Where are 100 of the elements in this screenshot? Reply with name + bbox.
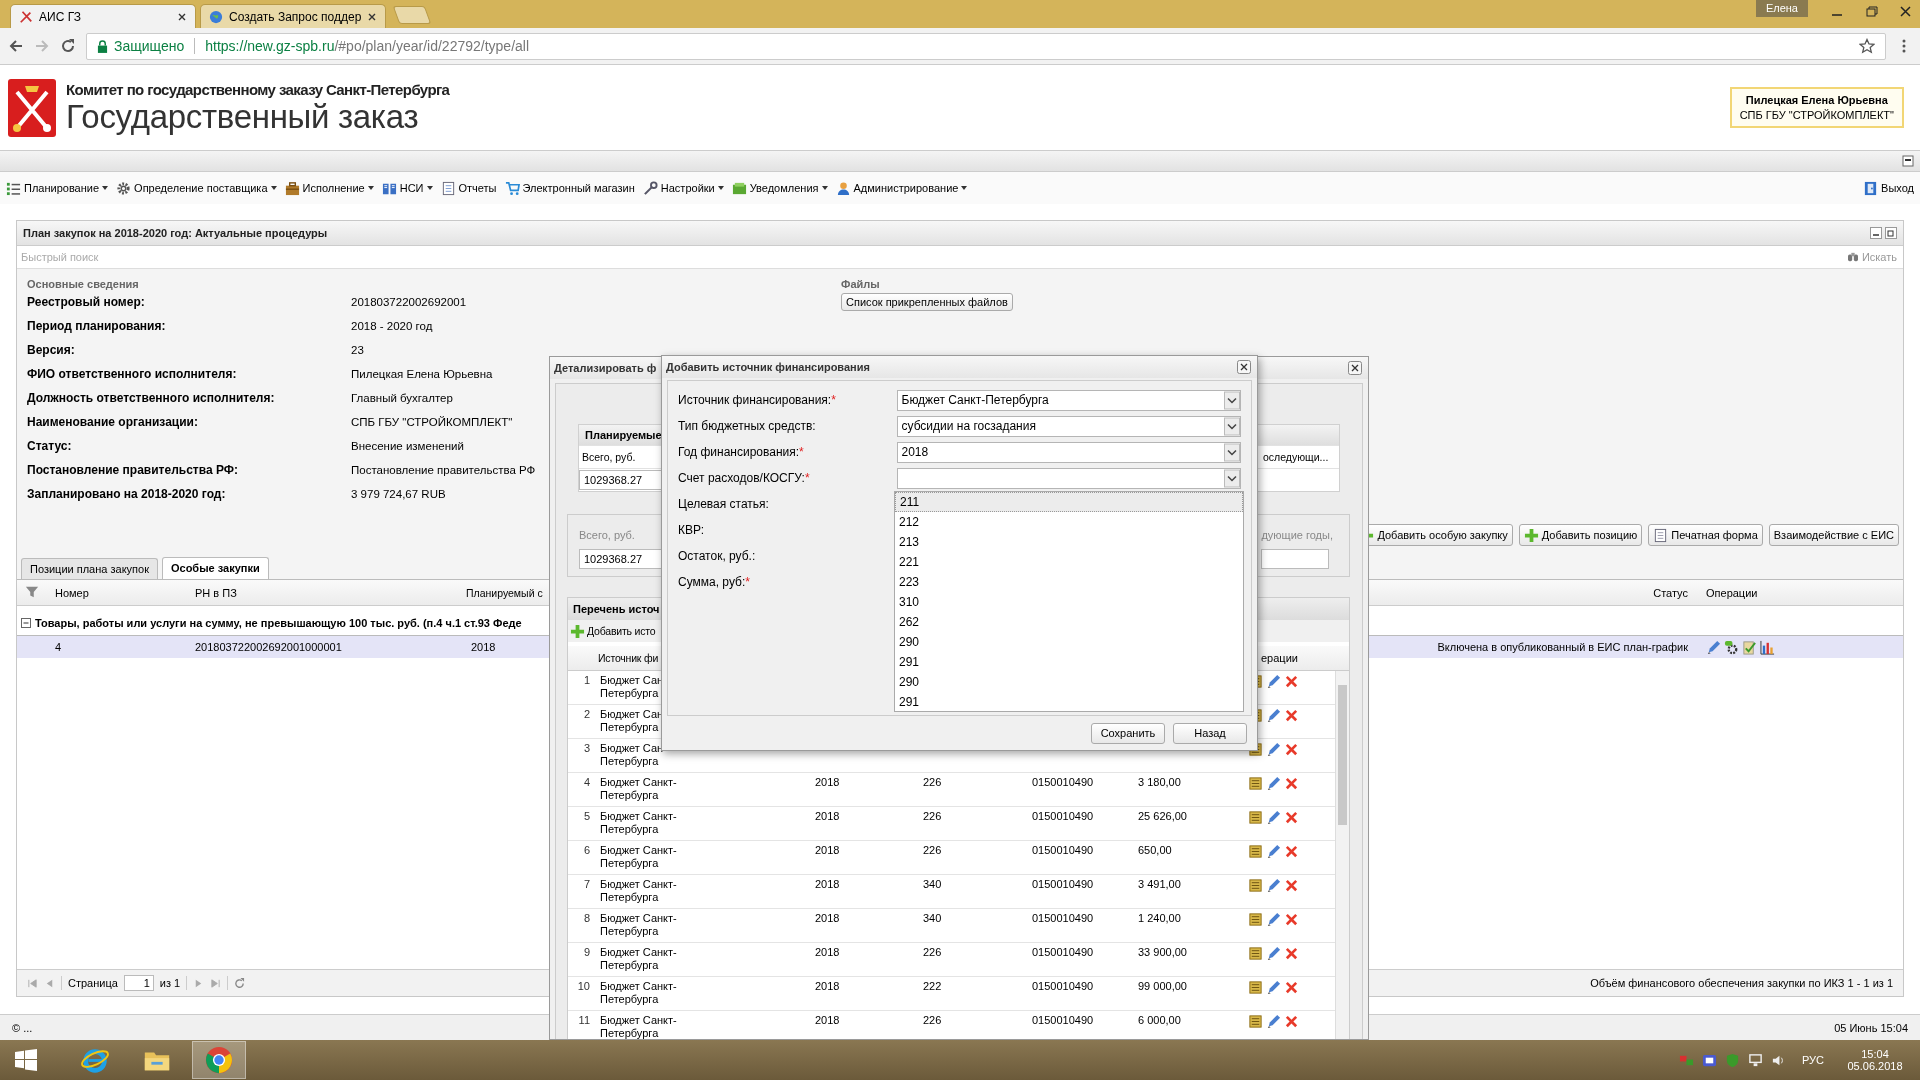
table-cell-text: Бюджет Санкт- Петербурга bbox=[599, 946, 678, 972]
window-title: Детализировать ф bbox=[554, 362, 657, 374]
field-label: Всего, руб. bbox=[579, 529, 636, 541]
field-label: Год финансирования:* bbox=[678, 445, 805, 459]
field-value: 3 979 724,67 RUB bbox=[351, 488, 446, 500]
table-cell-text: 226 bbox=[922, 776, 943, 789]
field-label: Должность ответственного исполнителя: bbox=[27, 391, 276, 405]
row-number: 10 bbox=[576, 980, 591, 993]
table-cell-text: 226 bbox=[922, 844, 943, 857]
site-title: Государственный заказ bbox=[66, 100, 420, 133]
user-organization: СПБ ГБУ "СТРОЙКОМПЛЕКТ" bbox=[1739, 109, 1894, 121]
status-date: 05 Июнь 15:04 bbox=[1834, 1021, 1908, 1034]
field-label: Тип бюджетных средств: bbox=[678, 419, 817, 433]
table-cell-text: 2018 bbox=[470, 641, 497, 653]
field-label: Целевая статья: bbox=[678, 497, 770, 511]
table-cell-text: 0150010490 bbox=[1031, 844, 1095, 857]
field-value: 2018 - 2020 год bbox=[351, 320, 433, 332]
page-label: Страница bbox=[68, 977, 118, 989]
row-number: 1 bbox=[582, 674, 591, 687]
row-number: 3 bbox=[582, 742, 591, 755]
group-title: Товары, работы или услуги на сумму, не превышающую 100 тыс. руб. (п.4 ч.1 ст.93 Феде bbox=[35, 617, 522, 629]
table-cell-text: 226 bbox=[922, 946, 943, 959]
files-title: Файлы bbox=[841, 278, 880, 290]
row-number: 5 bbox=[582, 810, 591, 823]
table-cell-text: 6 000,00 bbox=[1137, 1014, 1182, 1027]
field-label: Постановление правительства РФ: bbox=[27, 463, 239, 477]
table-cell-text: 2018 bbox=[814, 810, 841, 823]
table-cell-text: 2018 bbox=[814, 980, 841, 993]
row-number: 6 bbox=[582, 844, 591, 857]
table-cell-text: Бюджет Санкт- Петербурга bbox=[599, 810, 678, 836]
table-cell-text: Бюджет Санкт- Петербурга bbox=[599, 912, 678, 938]
table-cell-text: 3 180,00 bbox=[1137, 776, 1182, 789]
section-title: Основные сведения bbox=[27, 278, 140, 290]
copyright-text: © ... bbox=[12, 1021, 33, 1034]
field-label: Счет расходов/КОСГУ:* bbox=[678, 471, 811, 485]
table-cell-text: 226 bbox=[922, 1014, 943, 1027]
table-cell-text: 0150010490 bbox=[1031, 878, 1095, 891]
table-cell-text: 4 bbox=[54, 641, 63, 653]
table-cell-text: Бюджет Санкт- Петербурга bbox=[599, 1014, 678, 1039]
field-label: Реестровый номер: bbox=[27, 295, 146, 309]
field-value: Пилецкая Елена Юрьевна bbox=[351, 368, 493, 380]
field-label: Остаток, руб.: bbox=[678, 549, 757, 563]
field-value: СПБ ГБУ "СТРОЙКОМПЛЕКТ" bbox=[351, 416, 513, 428]
table-cell-text: 33 900,00 bbox=[1137, 946, 1188, 959]
table-cell-text: Бюджет Санкт- Петербурга bbox=[599, 878, 678, 904]
column-header: Всего, руб. bbox=[581, 451, 637, 463]
table-cell-text: 25 626,00 bbox=[1137, 810, 1188, 823]
table-cell-text: 99 000,00 bbox=[1137, 980, 1188, 993]
row-number: 7 bbox=[582, 878, 591, 891]
row-number: 9 bbox=[582, 946, 591, 959]
table-cell-text: 0150010490 bbox=[1031, 912, 1095, 925]
table-cell-text: 3 491,00 bbox=[1137, 878, 1182, 891]
field-label: Сумма, руб:* bbox=[678, 575, 751, 589]
organization-name: Комитет по государственному заказу Санкт-Петербурга bbox=[66, 82, 450, 97]
section-title: Планируемые bbox=[585, 429, 662, 441]
user-name: Пилецкая Елена Юрьевна bbox=[1745, 94, 1888, 106]
table-cell-text: 2018 bbox=[814, 844, 841, 857]
column-header: оследующи... bbox=[1262, 451, 1330, 463]
page-count: из 1 bbox=[159, 977, 181, 989]
table-cell-text: 650,00 bbox=[1137, 844, 1173, 857]
row-number: 8 bbox=[582, 912, 591, 925]
field-label: Статус: bbox=[27, 439, 73, 453]
table-cell-text: 0150010490 bbox=[1031, 980, 1095, 993]
field-label: КВР: bbox=[678, 523, 706, 537]
field-label: Наименование организации: bbox=[27, 415, 199, 429]
table-cell-text: 2018 bbox=[814, 776, 841, 789]
row-number: 2 bbox=[582, 708, 591, 721]
table-cell-text: 0150010490 bbox=[1031, 810, 1095, 823]
paging-summary: Объём финансового обеспечения закупки по ИКЗ 1 - 1 из 1 bbox=[1590, 977, 1893, 989]
section-title: Перечень источ bbox=[573, 603, 660, 615]
field-label: Период планирования: bbox=[27, 319, 167, 333]
row-number: 4 bbox=[582, 776, 591, 789]
field-value: Постановление правительства РФ bbox=[351, 464, 536, 476]
field-value: Внесение изменений bbox=[351, 440, 464, 452]
field-label: ФИО ответственного исполнителя: bbox=[27, 367, 238, 381]
field-value: 201803722002692001 bbox=[351, 296, 467, 308]
field-label: Источник финансирования:* bbox=[678, 393, 837, 407]
table-cell-text: 0150010490 bbox=[1031, 776, 1095, 789]
table-cell-text: 2018 bbox=[814, 878, 841, 891]
table-cell-text: Включена в опубликованный в ЕИС план-график bbox=[1436, 641, 1689, 653]
dialog-title: Добавить источник финансирования bbox=[666, 361, 870, 373]
table-cell-text: 0150010490 bbox=[1031, 1014, 1095, 1027]
table-cell-text: 201803722002692001000001 bbox=[194, 641, 343, 653]
field-label: Версия: bbox=[27, 343, 76, 357]
field-value: 23 bbox=[351, 344, 364, 356]
table-cell-text: 0150010490 bbox=[1031, 946, 1095, 959]
table-cell-text: 2018 bbox=[814, 946, 841, 959]
table-cell-text: 222 bbox=[922, 980, 943, 993]
table-cell-text: 2018 bbox=[814, 912, 841, 925]
table-cell-text: 226 bbox=[922, 810, 943, 823]
field-label: дующие годы, bbox=[1261, 529, 1333, 541]
panel-title: План закупок на 2018-2020 год: Актуальные процедуры bbox=[23, 227, 328, 239]
table-cell-text: 2018 bbox=[814, 1014, 841, 1027]
table-cell-text: Бюджет Санкт- Петербурга bbox=[599, 776, 678, 802]
row-number: 11 bbox=[577, 1014, 591, 1027]
field-label: Запланировано на 2018-2020 год: bbox=[27, 487, 227, 501]
table-cell-text: 340 bbox=[922, 912, 943, 925]
table-cell-text: Бюджет Санкт- Петербурга bbox=[599, 980, 678, 1006]
table-cell-text: Бюджет Санкт- Петербурга bbox=[599, 844, 678, 870]
field-value: Главный бухгалтер bbox=[351, 392, 453, 404]
